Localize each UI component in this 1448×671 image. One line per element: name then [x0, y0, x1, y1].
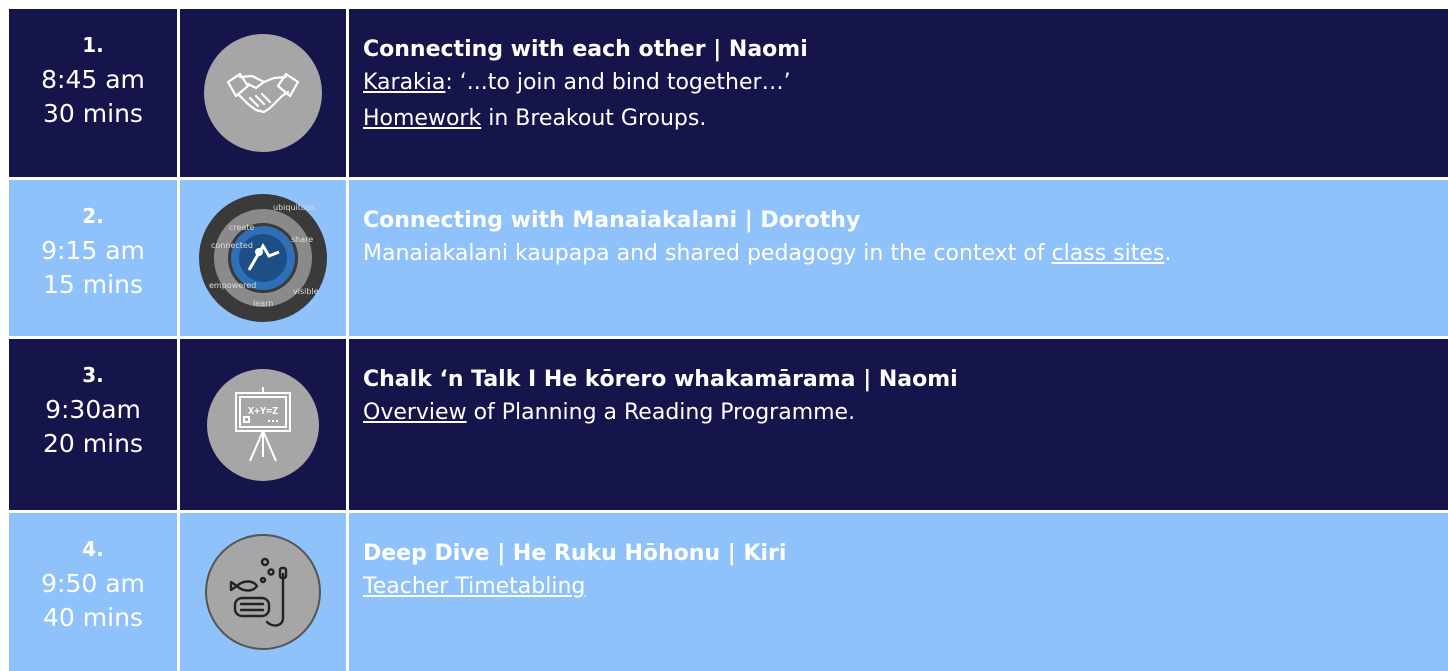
agenda-row-1: 1. 8:45 am 30 mins Connecting with each …: [9, 9, 1448, 177]
session-line: Manaiakalani kaupapa and shared pedagogy…: [363, 236, 1448, 272]
class-sites-link[interactable]: class sites: [1052, 241, 1165, 266]
session-title: Deep Dive | He Ruku Hōhonu | Kiri: [363, 541, 787, 566]
session-duration: 40 mins: [43, 603, 143, 632]
line-text: of Planning a Reading Programme.: [466, 400, 856, 425]
agenda-row-3: 3. 9:30am 20 mins X+Y=Z Chalk ‘n Talk I …: [9, 339, 1448, 510]
content-cell: Connecting with each other | Naomi Karak…: [349, 9, 1448, 177]
session-title: Chalk ‘n Talk I He kōrero whakamārama | …: [363, 367, 958, 392]
session-duration: 15 mins: [43, 270, 143, 299]
session-title: Connecting with each other | Naomi: [363, 37, 808, 62]
board-text: X+Y=Z: [248, 406, 278, 417]
session-number: 3.: [82, 363, 104, 387]
session-time: 9:30am: [45, 395, 141, 424]
chalkboard-icon: X+Y=Z: [207, 368, 319, 481]
homework-link[interactable]: Homework: [363, 106, 481, 131]
icon-cell: [177, 9, 349, 177]
agenda-table: 1. 8:45 am 30 mins Connecting with each …: [9, 9, 1448, 671]
manaiakalani-cycle-icon: create share learn connected ubiquitous …: [199, 194, 327, 322]
session-number: 2.: [82, 204, 104, 228]
line-text: in Breakout Groups.: [481, 106, 707, 131]
icon-cell: [177, 513, 349, 671]
session-duration: 20 mins: [43, 429, 143, 458]
line-end: .: [1164, 241, 1172, 266]
time-cell: 1. 8:45 am 30 mins: [9, 9, 177, 177]
handshake-icon: [204, 34, 322, 152]
session-title: Connecting with Manaiakalani | Dorothy: [363, 208, 861, 233]
agenda-row-4: 4. 9:50 am 40 mins Deep Dive | He Ruku H…: [9, 513, 1448, 671]
overview-link[interactable]: Overview: [363, 400, 467, 425]
cycle-word: empowered: [209, 281, 256, 290]
cycle-word: ubiquitous: [273, 203, 315, 212]
session-number: 1.: [82, 33, 104, 57]
snorkel-mask-icon: [205, 534, 321, 650]
session-duration: 30 mins: [43, 99, 143, 128]
session-number: 4.: [82, 537, 104, 561]
cycle-word: learn: [253, 299, 273, 308]
line-text: : ‘...to join and bind together…’: [445, 70, 791, 95]
session-line: Teacher Timetabling: [363, 569, 1448, 605]
session-time: 9:50 am: [41, 569, 145, 598]
icon-cell: create share learn connected ubiquitous …: [177, 180, 349, 336]
session-line: Karakia: ‘...to join and bind together…’: [363, 65, 1448, 101]
cycle-word: visible: [293, 287, 319, 296]
icon-cell: X+Y=Z: [177, 339, 349, 510]
content-cell: Deep Dive | He Ruku Hōhonu | Kiri Teache…: [349, 513, 1448, 671]
agenda-row-2: 2. 9:15 am 15 mins create share learn co…: [9, 180, 1448, 336]
karakia-link[interactable]: Karakia: [363, 70, 445, 95]
content-cell: Connecting with Manaiakalani | Dorothy M…: [349, 180, 1448, 336]
content-cell: Chalk ‘n Talk I He kōrero whakamārama | …: [349, 339, 1448, 510]
line-text: Manaiakalani kaupapa and shared pedagogy…: [363, 241, 1052, 266]
cycle-word: share: [291, 235, 313, 244]
teacher-timetabling-link[interactable]: Teacher Timetabling: [363, 574, 585, 599]
session-time: 8:45 am: [41, 65, 145, 94]
session-time: 9:15 am: [41, 236, 145, 265]
cycle-word: create: [229, 223, 254, 232]
time-cell: 2. 9:15 am 15 mins: [9, 180, 177, 336]
session-line: Overview of Planning a Reading Programme…: [363, 395, 1448, 431]
time-cell: 3. 9:30am 20 mins: [9, 339, 177, 510]
cycle-word: connected: [211, 241, 253, 250]
time-cell: 4. 9:50 am 40 mins: [9, 513, 177, 671]
session-line: Homework in Breakout Groups.: [363, 101, 1448, 137]
